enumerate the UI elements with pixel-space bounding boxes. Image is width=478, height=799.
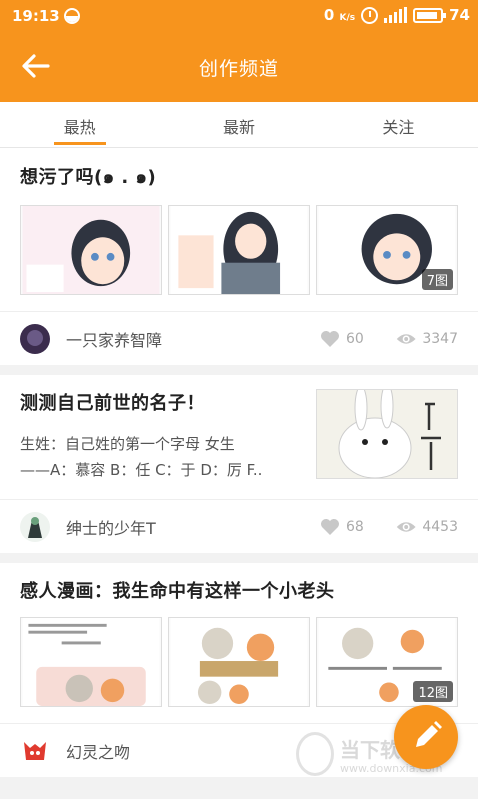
- tab-latest[interactable]: 最新: [159, 102, 318, 147]
- like-count[interactable]: 60: [320, 330, 386, 348]
- tab-follow[interactable]: 关注: [319, 102, 478, 147]
- post-image[interactable]: [316, 389, 458, 479]
- avatar[interactable]: [20, 323, 50, 354]
- post-image[interactable]: [20, 617, 162, 707]
- image-count-badge: 12图: [413, 681, 453, 702]
- like-count-value: 60: [346, 330, 364, 347]
- app-header: 19:13 0 K/s 74 创作频道: [0, 0, 478, 102]
- post-excerpt-line: 生姓：自己姓的第一个字母 女生: [20, 435, 235, 453]
- net-speed-value: 0: [323, 6, 335, 24]
- post-images: 12图: [0, 603, 478, 707]
- post-image[interactable]: [168, 205, 310, 295]
- heart-icon: [321, 330, 339, 347]
- post-footer: 绅士的少年T 68 4453: [0, 499, 478, 553]
- view-count: 4453: [396, 519, 458, 535]
- post-image[interactable]: [20, 205, 162, 295]
- eye-icon: [396, 521, 416, 532]
- image-count-badge: 7图: [421, 269, 453, 290]
- post-excerpt-line: ——A：慕容 B：任 C：于 D：厉 F..: [20, 461, 263, 479]
- status-right: 0 K/s 74: [324, 6, 470, 24]
- post-title: 想污了吗(๑ . ๑): [20, 167, 157, 188]
- status-bar: 19:13 0 K/s 74: [0, 0, 478, 32]
- post-card[interactable]: 想污了吗(๑ . ๑) 7图 一只家养智障 60 3347: [0, 148, 478, 365]
- tab-hot[interactable]: 最热: [0, 102, 159, 147]
- like-count[interactable]: 68: [320, 518, 386, 536]
- author-name[interactable]: 绅士的少年T: [66, 515, 320, 539]
- compose-button[interactable]: [394, 705, 458, 769]
- do-not-disturb-icon: [64, 8, 80, 24]
- net-speed-unit: K/s: [339, 13, 356, 23]
- battery-level: 74: [449, 6, 470, 24]
- post-text: 测测自己前世的名子！ 生姓：自己姓的第一个字母 女生 ——A：慕容 B：任 C：…: [20, 375, 316, 483]
- post-image[interactable]: [168, 617, 310, 707]
- like-count-value: 68: [346, 518, 364, 535]
- view-count-value: 4453: [422, 518, 458, 535]
- post-excerpt: 生姓：自己姓的第一个字母 女生 ——A：慕容 B：任 C：于 D：厉 F..: [20, 431, 316, 483]
- post-card[interactable]: 测测自己前世的名子！ 生姓：自己姓的第一个字母 女生 ——A：慕容 B：任 C：…: [0, 375, 478, 553]
- post-image[interactable]: 12图: [316, 617, 458, 707]
- avatar[interactable]: [20, 735, 50, 766]
- page-title: 创作频道: [198, 58, 279, 80]
- post-feed[interactable]: 想污了吗(๑ . ๑) 7图 一只家养智障 60 3347 测测自己前世的名子！…: [0, 148, 478, 787]
- eye-icon: [396, 333, 416, 344]
- pencil-icon: [416, 721, 442, 747]
- tab-bar: 最热 最新 关注: [0, 102, 478, 148]
- post-footer: 一只家养智障 60 3347: [0, 311, 478, 365]
- status-time: 19:13: [12, 7, 60, 25]
- view-count: 3347: [396, 331, 458, 347]
- alarm-icon: [361, 6, 379, 24]
- view-count-value: 3347: [422, 330, 458, 347]
- net-speed: 0 K/s: [324, 6, 355, 24]
- author-name[interactable]: 一只家养智障: [66, 327, 320, 351]
- heart-icon: [321, 518, 339, 535]
- post-title: 测测自己前世的名子！: [20, 393, 205, 414]
- post-images: 7图: [0, 191, 478, 295]
- post-body: 测测自己前世的名子！ 生姓：自己姓的第一个字母 女生 ——A：慕容 B：任 C：…: [0, 375, 478, 483]
- battery-icon: [413, 7, 447, 23]
- post-title: 感人漫画：我生命中有这样一个小老头: [20, 581, 335, 602]
- signal-icon: [384, 7, 408, 23]
- avatar[interactable]: [20, 511, 50, 542]
- screen: 19:13 0 K/s 74 创作频道 最热 最新 关注 想污了吗(๑ . ๑): [0, 0, 478, 799]
- post-image[interactable]: 7图: [316, 205, 458, 295]
